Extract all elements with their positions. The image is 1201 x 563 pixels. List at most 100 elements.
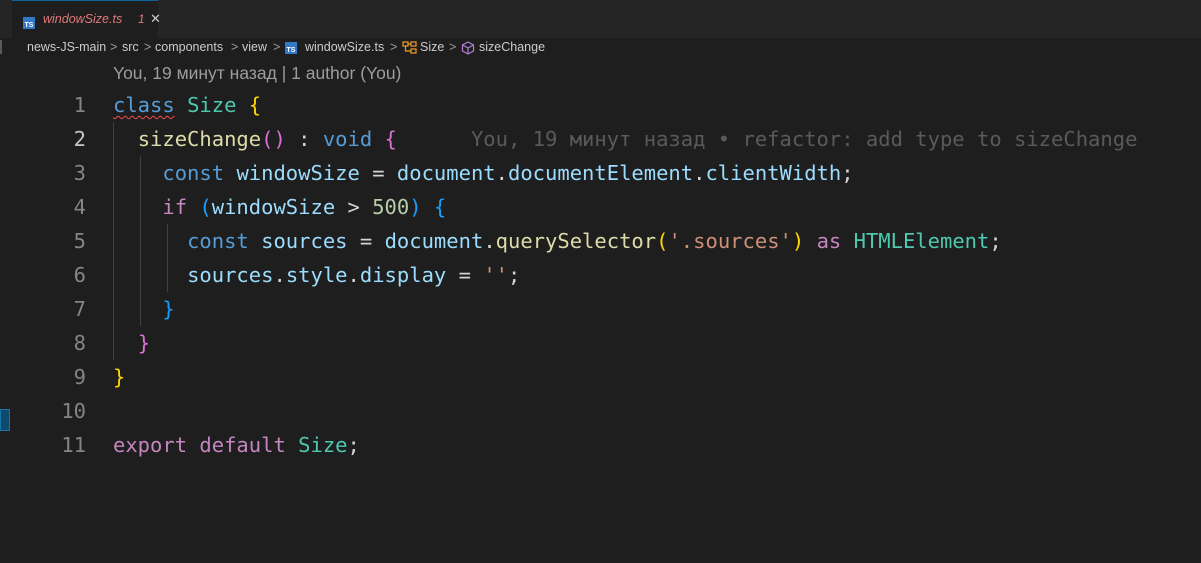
brace: } (162, 297, 175, 321)
class-name: Size (187, 93, 237, 117)
breadcrumb-item-class[interactable]: Size (420, 40, 444, 54)
code-text: const sources = document.querySelector('… (113, 224, 1002, 258)
variable: windowSize (236, 161, 360, 185)
chevron-right-icon: > (273, 40, 281, 54)
semicolon: ; (841, 161, 854, 185)
keyword: if (162, 195, 188, 219)
tab-bar: TS windowSize.ts 1 ✕ (0, 0, 1201, 38)
tab-problem-count: 1 (138, 12, 145, 26)
identifier: document (396, 161, 496, 185)
code-editor[interactable]: 1 class Size { 2 sizeChange() : void { Y… (0, 88, 1201, 563)
chevron-right-icon: > (449, 40, 457, 54)
line-number: 4 (73, 195, 86, 219)
variable: sources (261, 229, 348, 253)
dot: . (347, 263, 360, 287)
code-text: } (113, 292, 175, 326)
property: documentElement (507, 161, 694, 185)
operator: > (335, 195, 373, 219)
keyword: const (162, 161, 225, 185)
code-line: 9 } (0, 360, 1201, 394)
number: 500 (372, 195, 410, 219)
line-number: 1 (73, 93, 86, 117)
git-blame-codelens[interactable]: You, 19 минут назад | 1 author (You) (113, 63, 401, 84)
scm-change-marker (0, 409, 10, 431)
semicolon: ; (989, 229, 1002, 253)
dot: . (495, 161, 508, 185)
colon: : (285, 127, 323, 151)
breadcrumb-item-view[interactable]: view (242, 40, 267, 54)
keyword: as (816, 229, 842, 253)
method-symbol-icon (461, 41, 475, 58)
type-name: HTMLElement (853, 229, 990, 253)
operator: = (446, 263, 484, 287)
line-number: 8 (73, 331, 86, 355)
line-number: 2 (73, 127, 86, 151)
svg-text:TS: TS (287, 47, 296, 54)
operator: = (359, 161, 397, 185)
line-number: 10 (61, 399, 86, 423)
breadcrumb-item-root[interactable]: news-JS-main (27, 40, 106, 54)
identifier: document (384, 229, 484, 253)
vscode-editor-window: TS windowSize.ts 1 ✕ news-JS-main > src … (0, 0, 1201, 563)
code-line: 10 (0, 394, 1201, 428)
close-icon[interactable]: ✕ (150, 12, 161, 27)
class-name: Size (298, 433, 348, 457)
code-line: 11 export default Size; (0, 428, 1201, 462)
line-number: 3 (73, 161, 86, 185)
property: display (359, 263, 447, 287)
line-number: 9 (73, 365, 86, 389)
variable: windowSize (211, 195, 336, 219)
code-line-active: 2 sizeChange() : void { You, 19 минут на… (0, 122, 1201, 156)
type-keyword: void (322, 127, 373, 151)
line-number: 6 (73, 263, 86, 287)
code-text: const windowSize = document.documentElem… (113, 156, 854, 190)
property: style (285, 263, 348, 287)
code-line: 3 const windowSize = document.documentEl… (0, 156, 1201, 190)
dot: . (693, 161, 706, 185)
operator: = (347, 229, 385, 253)
typescript-file-icon: TS (23, 14, 35, 33)
line-number: 7 (73, 297, 86, 321)
paren: ( (656, 229, 669, 253)
variable: sources (187, 263, 274, 287)
line-number: 5 (73, 229, 86, 253)
brace: { (433, 195, 447, 219)
breadcrumb: news-JS-main > src > components > view >… (0, 38, 1201, 60)
tab-filename: windowSize.ts (43, 12, 123, 26)
code-text: class Size { (113, 88, 261, 122)
class-symbol-icon (402, 41, 417, 58)
code-line: 5 const sources = document.querySelector… (0, 224, 1201, 258)
code-line: 8 } (0, 326, 1201, 360)
string: '.sources' (668, 229, 792, 253)
typescript-file-icon: TS (285, 42, 297, 57)
chevron-right-icon: > (390, 40, 398, 54)
brace: } (137, 331, 151, 355)
string: '' (483, 263, 508, 287)
code-line: 6 sources.style.display = ''; (0, 258, 1201, 292)
breadcrumb-item-src[interactable]: src (122, 40, 139, 54)
keyword: default (199, 433, 286, 457)
brace: { (384, 127, 397, 151)
paren: ) (791, 229, 805, 253)
breadcrumb-item-file[interactable]: windowSize.ts (305, 40, 384, 54)
keyword: const (187, 229, 249, 253)
semicolon: ; (347, 433, 360, 457)
dot: . (273, 263, 286, 287)
tab-windowsize-ts[interactable]: TS windowSize.ts 1 ✕ (12, 0, 161, 38)
property: clientWidth (705, 161, 842, 185)
code-text: export default Size; (113, 428, 360, 462)
breadcrumb-item-components[interactable]: components (155, 40, 223, 54)
keyword: export (113, 433, 188, 457)
inline-git-blame: You, 19 минут назад • refactor: add type… (470, 127, 1138, 151)
code-line: 1 class Size { (0, 88, 1201, 122)
line-number: 11 (61, 433, 86, 457)
paren: ) (409, 195, 422, 219)
dot: . (483, 229, 496, 253)
breadcrumb-item-method[interactable]: sizeChange (479, 40, 545, 54)
code-text: } (113, 326, 150, 360)
chevron-right-icon: > (110, 40, 118, 54)
code-text: } (113, 360, 125, 394)
code-text: sizeChange() : void { You, 19 минут наза… (113, 122, 1138, 156)
brace: { (248, 93, 262, 117)
code-text: if (windowSize > 500) { (113, 190, 446, 224)
